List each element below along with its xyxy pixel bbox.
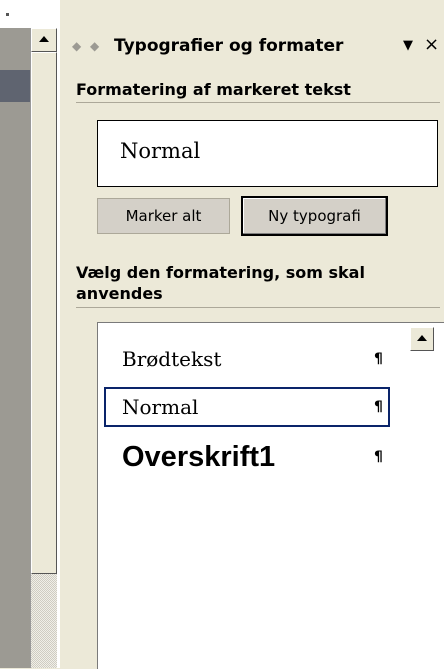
close-icon[interactable]: × [424,35,439,55]
selected-text-formatting-heading: Formatering af markeret tekst [76,80,351,99]
arrow-right-icon[interactable]: ◆ [90,39,104,53]
new-style-button[interactable]: Ny typografi [241,196,388,236]
task-pane-title: Typografier og formater [114,36,344,56]
style-item-label: Overskrift1 [122,441,276,473]
pilcrow-icon: ¶ [374,351,383,367]
style-item-overskrift1[interactable]: Overskrift1 ¶ [104,435,390,481]
style-item-label: Brødtekst [122,347,222,371]
select-all-button[interactable]: Marker alt [97,198,230,234]
triangle-down-icon[interactable]: ▼ [403,36,413,56]
section-divider [76,102,440,103]
current-style-value: Normal [120,139,201,163]
apply-formatting-heading: Vælg den formatering, som skal anvendes [76,263,365,303]
scroll-up-arrow-icon[interactable] [31,28,57,52]
pilcrow-icon: ¶ [374,399,383,415]
style-list-scrollbar[interactable] [407,323,444,669]
scrollbar-thumb[interactable] [31,52,57,574]
styles-task-pane: ◆ ◆ Typografier og formater ▼ × Formater… [60,0,444,669]
style-item-brodtekst[interactable]: Brødtekst ¶ [104,339,390,379]
document-selected-region [0,70,30,102]
arrow-left-icon[interactable]: ◆ [72,39,86,53]
task-pane-header: ◆ ◆ Typografier og formater ▼ × [60,30,444,60]
document-area [0,0,60,668]
pilcrow-icon: ¶ [374,449,383,465]
style-item-label: Normal [122,395,199,419]
current-style-box: Normal [97,120,438,187]
scroll-up-arrow-icon[interactable] [410,327,434,351]
style-item-normal[interactable]: Normal ¶ [104,387,390,427]
section-divider [76,307,440,308]
document-ruler-corner [0,0,30,28]
style-list[interactable]: Brødtekst ¶ Normal ¶ Overskrift1 ¶ [97,322,444,669]
document-vertical-scrollbar[interactable] [30,28,57,668]
